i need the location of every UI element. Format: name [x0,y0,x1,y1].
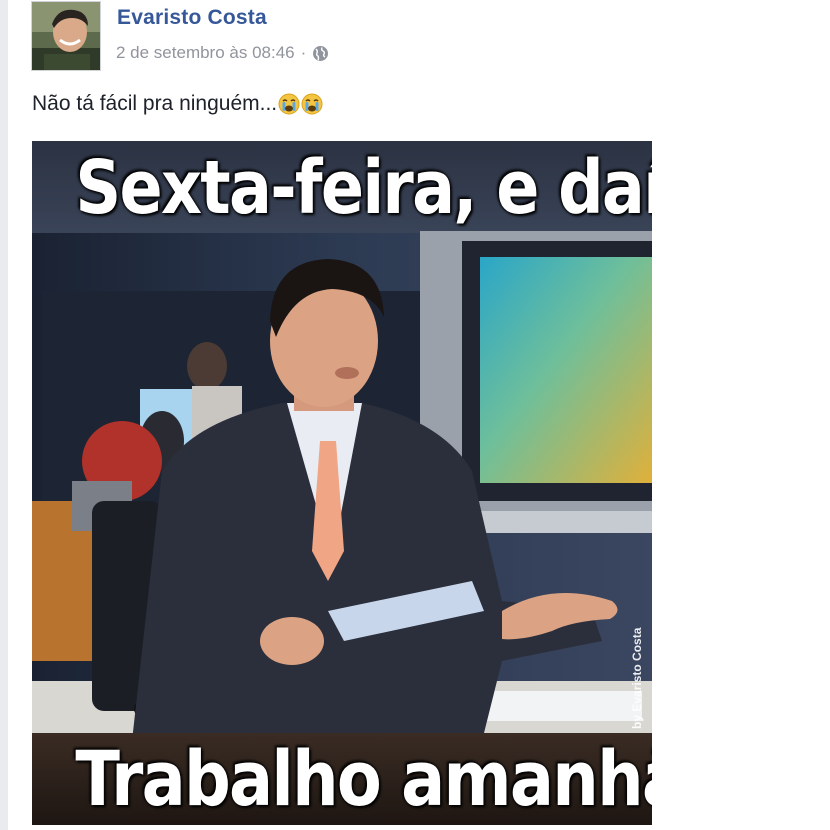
meme-watermark-text: by Evaristo Costa [630,627,644,729]
page-edge [0,0,8,830]
meme-watermark: by Evaristo Costa [620,619,644,739]
meme-image [32,141,652,825]
post-text-content: Não tá fácil pra ninguém... [32,92,278,115]
meme-top-caption: Sexta-feira, e daí? [75,145,652,231]
meta-separator: · [300,43,307,62]
crying-face-emoji [278,93,300,115]
author-name[interactable]: Evaristo Costa [117,6,267,30]
avatar[interactable] [31,1,101,71]
post-meta: 2 de setembro às 08:46 · [116,43,329,63]
post-timestamp[interactable]: 2 de setembro às 08:46 [116,43,295,63]
page: Evaristo Costa 2 de setembro às 08:46 · … [0,0,830,830]
post: Evaristo Costa 2 de setembro às 08:46 · … [8,0,830,830]
post-photo[interactable]: Sexta-feira, e daí? Trabalho amanhã. by … [32,141,652,825]
crying-face-emoji [301,93,323,115]
globe-icon[interactable] [312,45,329,62]
post-text: Não tá fácil pra ninguém... [32,92,323,116]
meme-bottom-caption: Trabalho amanhã. [75,734,652,823]
avatar-photo [32,2,100,70]
